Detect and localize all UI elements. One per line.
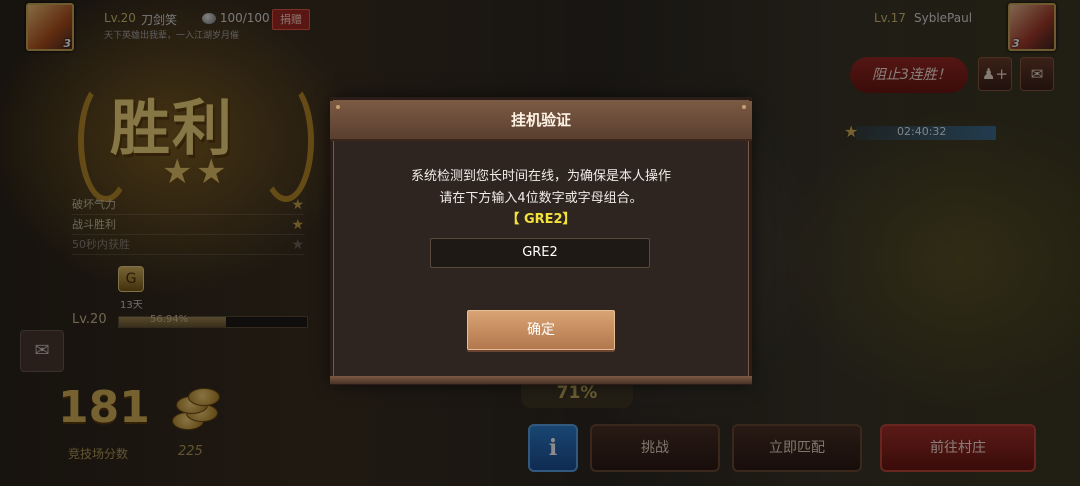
dialog-footer xyxy=(330,376,752,384)
verification-code: 【 GRE2】 xyxy=(506,212,576,227)
dialog-message-line1: 系统检测到您长时间在线，为确保是本人操作 xyxy=(410,169,671,184)
afk-verification-dialog: 挂机验证 系统检测到您长时间在线，为确保是本人操作 请在下方输入4位数字或字母组… xyxy=(330,100,752,384)
dialog-header: 挂机验证 xyxy=(330,101,752,141)
dialog-title: 挂机验证 xyxy=(510,111,571,129)
confirm-button[interactable]: 确定 xyxy=(467,310,615,350)
dialog-message-line2: 请在下方输入4位数字或字母组合。 xyxy=(439,191,643,206)
verification-input[interactable] xyxy=(430,238,650,268)
